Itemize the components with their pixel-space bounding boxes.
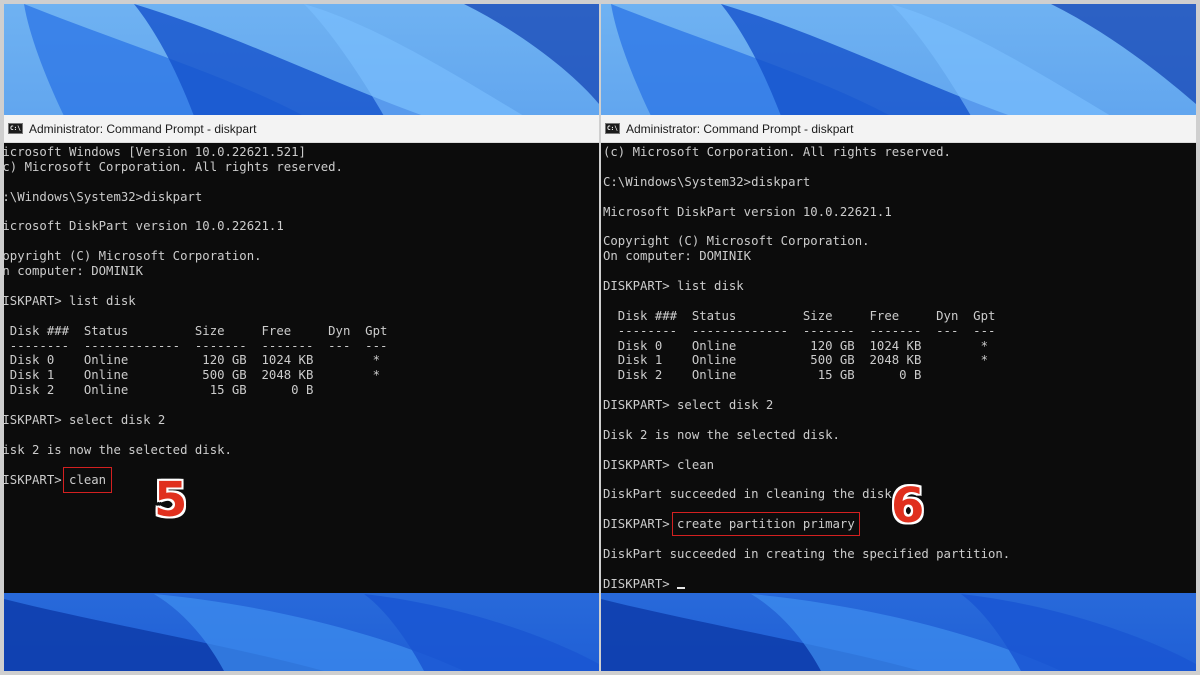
window-titlebar[interactable]: C:\ Administrator: Command Prompt - disk… [601,115,1196,143]
console-line: Copyright (C) Microsoft Corporation. [4,249,262,264]
console-prompt: DISKPART> [603,576,678,591]
console-current-line[interactable]: DISKPART> [603,577,1196,592]
console-line: Disk 2 Online 15 GB 0 B [4,383,314,398]
console-prompt: DISKPART> [4,472,62,487]
console-line: Disk ### Status Size Free Dyn Gpt [603,308,996,323]
cmd-icon: C:\ [605,123,620,134]
console-line: DiskPart succeeded in creating the speci… [603,547,1011,562]
console-line: Microsoft Windows [Version 10.0.22621.52… [4,145,306,159]
text-cursor [677,586,686,589]
highlighted-command: create partition primary [672,512,860,537]
console-line: Disk ### Status Size Free Dyn Gpt [4,323,388,338]
screenshot-panel-right: C:\ Administrator: Command Prompt - disk… [601,4,1196,671]
console-line: Microsoft DiskPart version 10.0.22621.1 [603,204,892,219]
console-line: Disk 0 Online 120 GB 1024 KB * [603,338,988,353]
cmd-icon: C:\ [8,123,23,134]
console-line: Disk 1 Online 500 GB 2048 KB * [603,353,988,368]
console-line: Disk 0 Online 120 GB 1024 KB * [4,353,380,368]
console-line: On computer: DOMINIK [4,264,144,279]
console-line: Disk 1 Online 500 GB 2048 KB * [4,368,380,383]
console-line: Disk 2 is now the selected disk. [603,427,840,442]
window-titlebar[interactable]: C:\ Administrator: Command Prompt - disk… [4,115,599,143]
window-title: Administrator: Command Prompt - diskpart [626,121,854,136]
highlighted-command: clean [63,466,113,493]
console-line: On computer: DOMINIK [603,249,752,264]
console-line: (c) Microsoft Corporation. All rights re… [4,159,343,174]
console-line: -------- ------------- ------- ------- -… [603,323,996,338]
console-line: C:\Windows\System32>diskpart [603,174,811,189]
console-line: Copyright (C) Microsoft Corporation. [603,234,870,249]
console-command-line: DISKPART> clean [4,466,599,493]
console-line: C:\Windows\System32>diskpart [4,189,203,204]
console-line: DISKPART> list disk [603,279,744,294]
console-prompt: DISKPART> [603,517,678,532]
console-line: (c) Microsoft Corporation. All rights re… [603,145,951,159]
step-number-badge: 5 [154,472,188,528]
console-line: Disk 2 is now the selected disk. [4,442,232,457]
console-line: Microsoft DiskPart version 10.0.22621.1 [4,219,284,234]
window-title: Administrator: Command Prompt - diskpart [29,121,257,136]
console-line: -------- ------------- ------- ------- -… [4,338,388,353]
console-line: DISKPART> select disk 2 [603,398,774,413]
console-line: DISKPART> select disk 2 [4,413,166,428]
console-line: DISKPART> clean [603,457,715,472]
console-output[interactable]: Microsoft Windows [Version 10.0.22621.52… [4,143,599,593]
command-prompt-window[interactable]: C:\ Administrator: Command Prompt - disk… [4,115,599,593]
console-line: Disk 2 Online 15 GB 0 B [603,368,922,383]
screenshot-panel-left: C:\ Administrator: Command Prompt - disk… [4,4,599,671]
console-line: DISKPART> list disk [4,293,136,308]
step-number-badge: 6 [891,478,925,534]
